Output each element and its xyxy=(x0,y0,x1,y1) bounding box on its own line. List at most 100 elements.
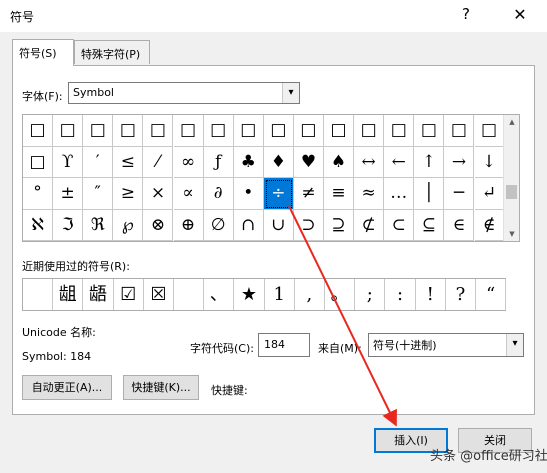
recent-symbol-cell[interactable]: ; xyxy=(355,279,386,310)
symbol-cell[interactable]: ϒ xyxy=(53,146,84,178)
scroll-thumb[interactable] xyxy=(506,185,517,199)
symbol-cell[interactable]: □ xyxy=(83,115,114,147)
symbol-cell[interactable]: ⊂ xyxy=(384,209,415,241)
symbol-cell[interactable]: □ xyxy=(53,115,84,147)
symbol-cell[interactable]: ⊕ xyxy=(173,209,204,241)
symbol-cell[interactable]: ↓ xyxy=(474,146,505,178)
symbol-cell[interactable]: ∈ xyxy=(444,209,475,241)
recent-symbol-cell[interactable]: ☒ xyxy=(144,279,174,310)
symbol-grid: □ □ □ □ □ □ □ □ □ □ □ □ □ □ □ □ □ ϒ ′ ≤ ⁄ ∞ ƒ ♣ ♦ ♥ ♠ ↔ ← ↑ → ↓ ° ± ″ ≥ × ∝ ∂ •… xyxy=(22,114,520,242)
symbol-cell[interactable]: ♥ xyxy=(293,146,324,178)
scroll-up-icon[interactable]: ▲ xyxy=(504,115,519,129)
chevron-down-icon[interactable]: ▾ xyxy=(506,334,523,356)
symbol-cell[interactable]: ↵ xyxy=(474,178,505,210)
symbol-cell[interactable]: ∝ xyxy=(173,178,204,210)
symbol-cell[interactable]: × xyxy=(143,178,174,210)
symbol-cell[interactable]: □ xyxy=(233,115,264,147)
symbol-cell[interactable]: ≥ xyxy=(113,178,144,210)
symbol-cell[interactable]: ∅ xyxy=(203,209,234,241)
close-icon[interactable]: ✕ xyxy=(505,2,535,28)
symbol-cell[interactable]: □ xyxy=(113,115,144,147)
symbol-cell[interactable]: ⊆ xyxy=(414,209,445,241)
symbol-cell[interactable]: ⊗ xyxy=(143,209,174,241)
symbol-cell[interactable]: ∪ xyxy=(263,209,294,241)
symbol-grid-scrollbar[interactable]: ▲ ▼ xyxy=(503,115,519,241)
symbol-cell[interactable]: ℘ xyxy=(113,209,144,241)
recent-symbol-cell[interactable]: ? xyxy=(446,279,476,310)
symbol-cell[interactable]: □ xyxy=(384,115,415,147)
recent-symbol-cell[interactable]: ! xyxy=(416,279,446,310)
symbol-cell[interactable]: ℵ xyxy=(23,209,54,241)
symbol-cell[interactable]: ± xyxy=(53,178,84,210)
from-select[interactable]: 符号(十进制) ▾ xyxy=(368,333,524,357)
recent-symbol-cell[interactable]: 龃 xyxy=(53,279,84,310)
symbol-cell[interactable]: ─ xyxy=(444,178,475,210)
symbol-cell[interactable]: ″ xyxy=(83,178,114,210)
symbol-cell[interactable]: ↔ xyxy=(354,146,385,178)
recent-symbol-cell[interactable]: 龉 xyxy=(83,279,114,310)
symbol-grid-cells: □ □ □ □ □ □ □ □ □ □ □ □ □ □ □ □ □ ϒ ′ ≤ ⁄ ∞ ƒ ♣ ♦ ♥ ♠ ↔ ← ↑ → ↓ ° ± ″ ≥ × ∝ ∂ •… xyxy=(23,115,505,241)
symbol-cell[interactable]: → xyxy=(444,146,475,178)
symbol-cell[interactable]: ♣ xyxy=(233,146,264,178)
symbol-cell[interactable]: ≤ xyxy=(113,146,144,178)
recent-symbol-cell[interactable]: “ xyxy=(476,279,507,310)
scroll-down-icon[interactable]: ▼ xyxy=(504,227,519,241)
symbol-cell[interactable]: ⊃ xyxy=(293,209,324,241)
symbol-cell[interactable]: ≡ xyxy=(324,178,355,210)
symbol-cell[interactable]: □ xyxy=(263,115,294,147)
symbol-cell[interactable]: □ xyxy=(474,115,505,147)
tab-symbols[interactable]: 符号(S) xyxy=(12,39,74,66)
char-code-input[interactable]: 184 xyxy=(258,333,310,357)
symbol-cell[interactable]: ′ xyxy=(83,146,114,178)
recent-symbol-cell[interactable] xyxy=(174,279,205,310)
symbol-cell[interactable]: □ xyxy=(324,115,355,147)
recent-symbol-cell[interactable]: 、 xyxy=(204,279,235,310)
symbol-cell[interactable]: ∞ xyxy=(173,146,204,178)
recent-symbol-cell[interactable]: ★ xyxy=(234,279,265,310)
font-select[interactable]: Symbol ▾ xyxy=(68,82,300,104)
symbol-cell[interactable]: ↑ xyxy=(414,146,445,178)
symbol-cell[interactable]: □ xyxy=(444,115,475,147)
symbol-cell[interactable]: ∩ xyxy=(233,209,264,241)
symbol-cell[interactable]: □ xyxy=(203,115,234,147)
symbol-cell[interactable]: ∂ xyxy=(203,178,234,210)
recent-symbol-cell[interactable] xyxy=(23,279,54,310)
symbol-cell[interactable]: ℑ xyxy=(53,209,84,241)
chevron-down-icon[interactable]: ▾ xyxy=(282,83,299,103)
symbol-cell[interactable]: □ xyxy=(354,115,385,147)
symbol-cell[interactable]: │ xyxy=(414,178,445,210)
recent-symbols-label: 近期使用过的符号(R): xyxy=(22,260,130,273)
symbol-cell[interactable]: □ xyxy=(23,146,54,178)
symbol-cell[interactable]: □ xyxy=(173,115,204,147)
recent-symbol-cell[interactable]: ☑ xyxy=(114,279,144,310)
symbols-panel: 字体(F): Symbol ▾ □ □ □ □ □ □ □ □ □ □ □ □ □ □ □ □ □ ϒ ′ ≤ ⁄ ∞ ƒ ♣… xyxy=(12,65,535,415)
symbol-cell[interactable]: ⊇ xyxy=(324,209,355,241)
symbol-cell[interactable]: ⁄ xyxy=(143,146,174,178)
recent-symbol-cell[interactable]: : xyxy=(385,279,416,310)
symbol-cell[interactable]: □ xyxy=(143,115,174,147)
symbol-cell[interactable]: ← xyxy=(384,146,415,178)
symbol-cell[interactable]: ⊄ xyxy=(354,209,385,241)
symbol-cell[interactable]: ♦ xyxy=(263,146,294,178)
symbol-cell[interactable]: • xyxy=(233,178,264,210)
symbol-cell[interactable]: ƒ xyxy=(203,146,234,178)
symbol-cell[interactable]: … xyxy=(384,178,415,210)
shortcut-key-button[interactable]: 快捷键(K)... xyxy=(123,375,199,400)
symbol-cell[interactable]: ♠ xyxy=(324,146,355,178)
symbol-cell[interactable]: ≈ xyxy=(354,178,385,210)
symbol-cell[interactable]: ℜ xyxy=(83,209,114,241)
help-icon[interactable]: ? xyxy=(462,5,470,23)
tab-special-characters[interactable]: 特殊字符(P) xyxy=(74,40,150,64)
symbol-cell[interactable]: ° xyxy=(23,178,54,210)
symbol-cell[interactable]: □ xyxy=(414,115,445,147)
symbol-cell[interactable]: ≠ xyxy=(293,178,324,210)
symbol-info: Symbol: 184 xyxy=(22,350,92,363)
symbol-cell[interactable]: ÷ xyxy=(263,178,294,210)
symbol-cell[interactable]: □ xyxy=(23,115,54,147)
symbol-cell[interactable]: □ xyxy=(293,115,324,147)
recent-symbol-cell[interactable]: 1 xyxy=(265,279,295,310)
autocorrect-button[interactable]: 自动更正(A)... xyxy=(22,375,112,400)
recent-symbol-cell[interactable]: , xyxy=(295,279,325,310)
recent-symbol-cell[interactable]: 。 xyxy=(325,279,356,310)
symbol-cell[interactable]: ∉ xyxy=(474,209,505,241)
